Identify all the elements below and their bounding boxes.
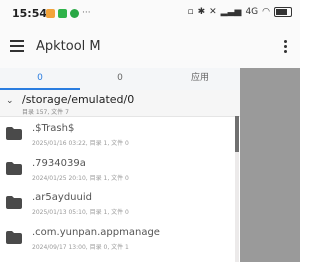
- drawer-scrim[interactable]: [240, 68, 300, 262]
- path-header[interactable]: ⌄ /storage/emulated/0 目录 157, 文件 7: [0, 90, 240, 117]
- chevron-down-icon: ⌄: [6, 96, 14, 106]
- status-bar: 15:54 ··· ▫ ✱ ✕ ▂▃▅ 4G ◠: [0, 0, 300, 26]
- hamburger-icon[interactable]: [10, 40, 24, 52]
- current-path: /storage/emulated/0: [22, 93, 135, 106]
- file-name: .com.yunpan.appmanage: [32, 226, 160, 238]
- path-summary: 目录 157, 文件 7: [22, 109, 69, 116]
- folder-icon: [6, 196, 22, 209]
- list-item[interactable]: .ar5ayduuid 2025/01/13 05:10, 目录 1, 文件 0: [0, 186, 240, 221]
- nfc-icon: ▫: [187, 7, 194, 17]
- file-browser: 0 0 应用 ⌄ /storage/emulated/0 目录 157, 文件 …: [0, 68, 240, 262]
- network-type: 4G: [245, 7, 259, 17]
- bluetooth-icon: ✱: [197, 7, 206, 17]
- tab-bar: 0 0 应用: [0, 68, 240, 90]
- file-name: .7934039a: [32, 157, 86, 169]
- app-notification-icon: [46, 8, 55, 18]
- more-notifications-icon: ···: [82, 7, 91, 18]
- phone-notification-icon: [70, 8, 79, 18]
- tab-storage-2[interactable]: 0: [80, 68, 160, 90]
- tab-storage-1[interactable]: 0: [0, 68, 80, 90]
- file-meta: 2025/01/16 03:22, 目录 1, 文件 0: [32, 140, 129, 147]
- system-icons: ▫ ✱ ✕ ▂▃▅ 4G ◠: [187, 7, 292, 17]
- list-item[interactable]: .$Trash$ 2025/01/16 03:22, 目录 1, 文件 0: [0, 117, 240, 152]
- file-meta: 2024/09/17 13:00, 目录 0, 文件 1: [32, 243, 129, 251]
- file-meta: 2024/01/25 20:10, 目录 1, 文件 0: [32, 174, 129, 182]
- folder-icon: [6, 127, 22, 140]
- list-item[interactable]: .7934039a 2024/01/25 20:10, 目录 1, 文件 0: [0, 152, 240, 187]
- tab-apps[interactable]: 应用: [160, 68, 240, 90]
- notification-icons: ···: [46, 8, 91, 18]
- battery-icon: [274, 7, 292, 17]
- file-name: .$Trash$: [32, 123, 75, 134]
- file-meta: 2025/01/13 05:10, 目录 1, 文件 0: [32, 209, 129, 216]
- mute-icon: ✕: [209, 7, 217, 17]
- folder-icon: [6, 161, 22, 175]
- wechat-notification-icon: [58, 8, 67, 18]
- wifi-icon: ◠: [262, 7, 270, 17]
- list-item[interactable]: .com.yunpan.appmanage 2024/09/17 13:00, …: [0, 221, 240, 256]
- file-name: .ar5ayduuid: [32, 192, 92, 203]
- status-time: 15:54: [12, 7, 48, 20]
- scrollbar-thumb[interactable]: [235, 116, 239, 152]
- scrollbar[interactable]: [235, 116, 239, 262]
- folder-icon: [6, 230, 22, 244]
- more-vert-icon[interactable]: [284, 40, 288, 54]
- signal-icon: ▂▃▅: [220, 7, 242, 17]
- app-toolbar: Apktool M: [0, 26, 300, 68]
- app-title: Apktool M: [36, 39, 101, 54]
